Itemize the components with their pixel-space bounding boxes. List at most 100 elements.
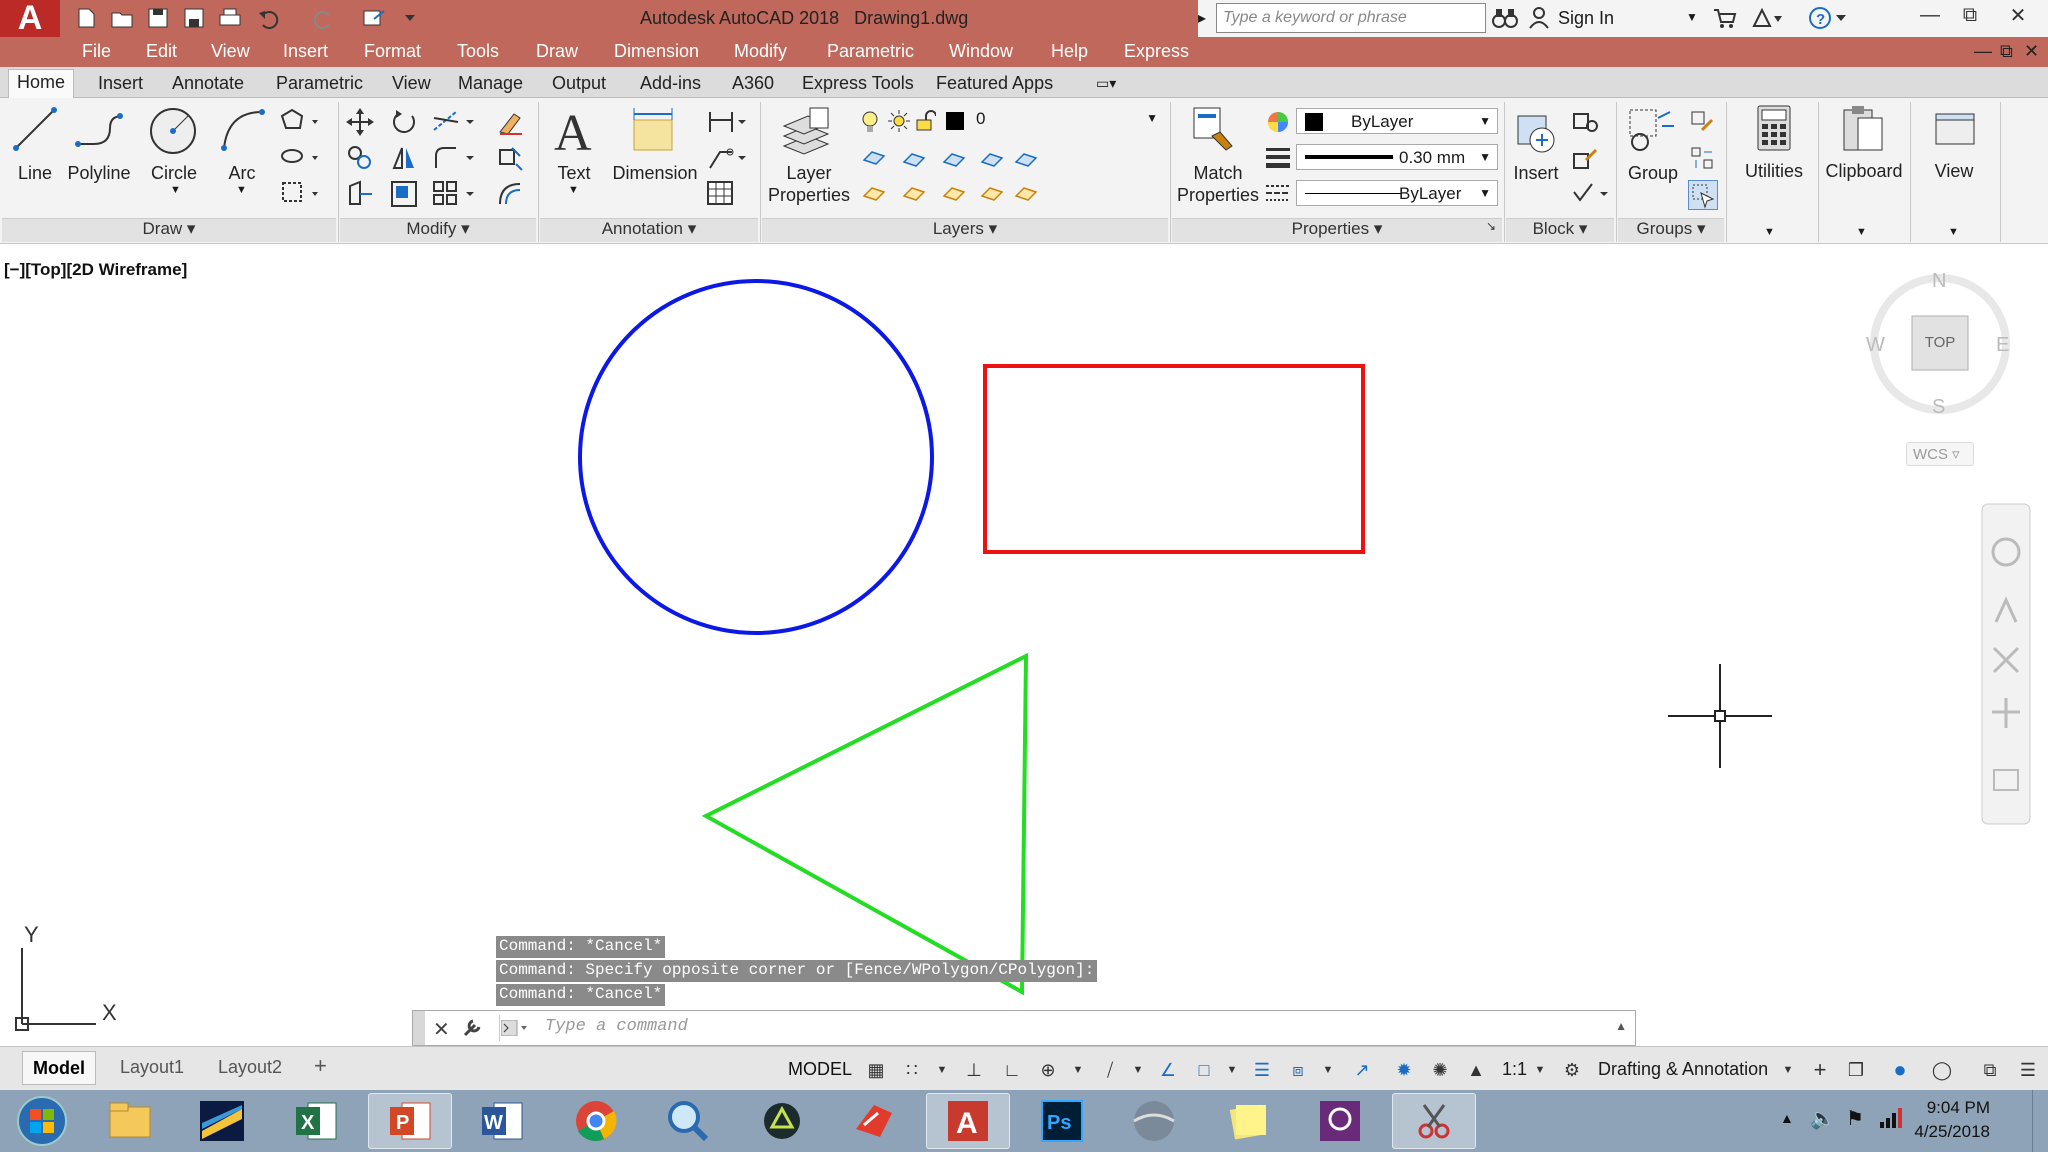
- group-icon[interactable]: [1628, 108, 1676, 161]
- wcs-menu[interactable]: WCS ▿: [1906, 442, 1974, 466]
- menu-help[interactable]: Help: [1051, 41, 1088, 62]
- annotation-scale-icon[interactable]: ▲: [1464, 1059, 1488, 1081]
- clipboard-dropdown-icon[interactable]: ▼: [1856, 226, 1867, 238]
- viewcube-top-face[interactable]: TOP: [1914, 334, 1966, 351]
- navigation-bar[interactable]: [1981, 503, 2031, 825]
- pdf-app-icon[interactable]: [1298, 1093, 1382, 1149]
- annotation-monitor-icon[interactable]: +: [1808, 1057, 1832, 1082]
- snipping-tool-icon[interactable]: [1392, 1093, 1476, 1149]
- clock-date[interactable]: 4/25/2018: [1890, 1122, 1990, 1142]
- layer-properties-label-1[interactable]: Layer: [764, 162, 854, 184]
- binoculars-icon[interactable]: [1492, 6, 1518, 35]
- minimize-button[interactable]: —: [1910, 0, 1950, 30]
- command-history-toggle-icon[interactable]: ▲: [1615, 1019, 1627, 1033]
- help-icon[interactable]: ?: [1808, 5, 1848, 36]
- arc-button-label[interactable]: Arc: [222, 162, 262, 184]
- recycle-app-icon[interactable]: [740, 1093, 824, 1149]
- doc-close-button[interactable]: ✕: [2024, 41, 2039, 62]
- circle-dropdown-icon[interactable]: ▼: [170, 184, 181, 196]
- snap-icon[interactable]: ∷: [900, 1059, 924, 1081]
- calculator-icon[interactable]: [1756, 104, 1792, 157]
- workspace-gear-icon[interactable]: ⚙: [1560, 1059, 1584, 1081]
- edit-attributes-icon[interactable]: [1572, 182, 1612, 211]
- circle-icon[interactable]: [148, 106, 198, 161]
- hatch-icon[interactable]: [280, 180, 320, 213]
- search-app-icon[interactable]: [646, 1093, 730, 1149]
- menu-edit[interactable]: Edit: [146, 41, 177, 62]
- erase-icon[interactable]: [496, 108, 524, 141]
- aurora-app-icon[interactable]: [180, 1093, 264, 1149]
- ribbon-minimize-icon[interactable]: ▭▾: [1096, 75, 1116, 92]
- tab-home[interactable]: Home: [8, 69, 75, 99]
- chrome-icon[interactable]: [554, 1093, 638, 1149]
- command-line-grip[interactable]: [413, 1011, 425, 1045]
- menu-parametric[interactable]: Parametric: [827, 41, 914, 62]
- annotation-panel-title[interactable]: Annotation ▾: [540, 218, 758, 242]
- lineweight-dropdown-arrow-icon[interactable]: ▼: [1479, 150, 1491, 164]
- annotation-scale-value[interactable]: 1:1: [1502, 1059, 1527, 1080]
- rotate-icon[interactable]: [390, 108, 418, 141]
- show-hidden-icons-icon[interactable]: ▲: [1780, 1110, 1794, 1126]
- windows-start-icon[interactable]: [4, 1093, 80, 1149]
- polar-tracking-icon[interactable]: ⊕: [1036, 1059, 1060, 1081]
- text-button-label[interactable]: Text: [548, 162, 600, 184]
- block-panel-title[interactable]: Block ▾: [1506, 218, 1614, 242]
- workspace-switch[interactable]: Drafting & Annotation: [1598, 1059, 1768, 1080]
- transparency-icon[interactable]: ⧈: [1286, 1059, 1310, 1081]
- text-icon[interactable]: A: [552, 104, 596, 162]
- doc-minimize-button[interactable]: —: [1974, 41, 1992, 62]
- autocad-taskbar-icon[interactable]: A: [926, 1093, 1010, 1149]
- group-selection-icon[interactable]: [1688, 180, 1718, 210]
- object-snap-icon[interactable]: □: [1192, 1059, 1216, 1081]
- color-dropdown-arrow-icon[interactable]: ▼: [1479, 114, 1491, 128]
- tab-add-ins[interactable]: Add-ins: [632, 71, 709, 96]
- layout-tab-layout1[interactable]: Layout1: [110, 1051, 194, 1085]
- viewcube-east-label[interactable]: E: [1996, 334, 2009, 357]
- fillet-icon[interactable]: [432, 144, 476, 177]
- powerpoint-icon[interactable]: P: [368, 1093, 452, 1149]
- ortho-icon[interactable]: ∟: [1000, 1059, 1024, 1081]
- auto-scale-icon[interactable]: ✺: [1428, 1059, 1452, 1081]
- group-edit-icon[interactable]: [1690, 146, 1714, 175]
- 3d-osnap-icon[interactable]: ↗: [1350, 1059, 1374, 1081]
- command-line[interactable]: ✕ Type a command ▲: [412, 1010, 1636, 1046]
- tab-a360[interactable]: A360: [724, 71, 782, 96]
- layout-tab-model[interactable]: Model: [22, 1051, 96, 1085]
- plot-icon[interactable]: [216, 4, 244, 32]
- add-layout-icon[interactable]: +: [306, 1051, 335, 1085]
- layer-properties-label-2[interactable]: Properties: [764, 184, 854, 206]
- application-menu-button[interactable]: A: [0, 0, 60, 37]
- create-block-icon[interactable]: [1572, 110, 1600, 139]
- menu-file[interactable]: File: [82, 41, 111, 62]
- isodraft-icon[interactable]: ⧸: [1098, 1059, 1122, 1081]
- restore-button[interactable]: ⧉: [1950, 0, 1990, 30]
- doc-restore-button[interactable]: ⧉: [2000, 41, 2013, 62]
- excel-icon[interactable]: X: [274, 1093, 358, 1149]
- isodraft-dropdown-icon[interactable]: ▼: [1126, 1059, 1150, 1081]
- utilities-dropdown-icon[interactable]: ▼: [1764, 226, 1775, 238]
- drawn-triangle[interactable]: [701, 652, 1029, 996]
- isolate-objects-icon[interactable]: ●: [1888, 1057, 1912, 1082]
- drawn-rectangle[interactable]: [983, 364, 1365, 554]
- layout-tab-layout2[interactable]: Layout2: [208, 1051, 292, 1085]
- layer-off-icon[interactable]: [860, 146, 1040, 177]
- tab-annotate[interactable]: Annotate: [164, 71, 252, 96]
- cart-icon[interactable]: [1712, 6, 1738, 35]
- command-prompt-icon[interactable]: [500, 1019, 527, 1041]
- ellipse-icon[interactable]: [280, 144, 320, 177]
- layer-properties-icon[interactable]: [780, 106, 832, 163]
- a360-icon[interactable]: [1750, 6, 1784, 35]
- menu-tools[interactable]: Tools: [457, 41, 499, 62]
- sticky-notes-icon[interactable]: [1206, 1093, 1290, 1149]
- scale-icon[interactable]: [390, 180, 418, 213]
- object-snap-tracking-icon[interactable]: ∠: [1156, 1059, 1180, 1081]
- clipboard-label[interactable]: Clipboard: [1822, 160, 1906, 182]
- annotation-visibility-icon[interactable]: ✹: [1392, 1059, 1416, 1081]
- redo-icon[interactable]: [310, 4, 338, 32]
- edit-block-icon[interactable]: [1572, 146, 1600, 175]
- new-file-icon[interactable]: [72, 4, 100, 32]
- tab-view[interactable]: View: [384, 71, 439, 96]
- save-as-icon[interactable]: [180, 4, 208, 32]
- text-dropdown-icon[interactable]: ▼: [568, 184, 579, 196]
- polar-dropdown-icon[interactable]: ▼: [1066, 1059, 1090, 1081]
